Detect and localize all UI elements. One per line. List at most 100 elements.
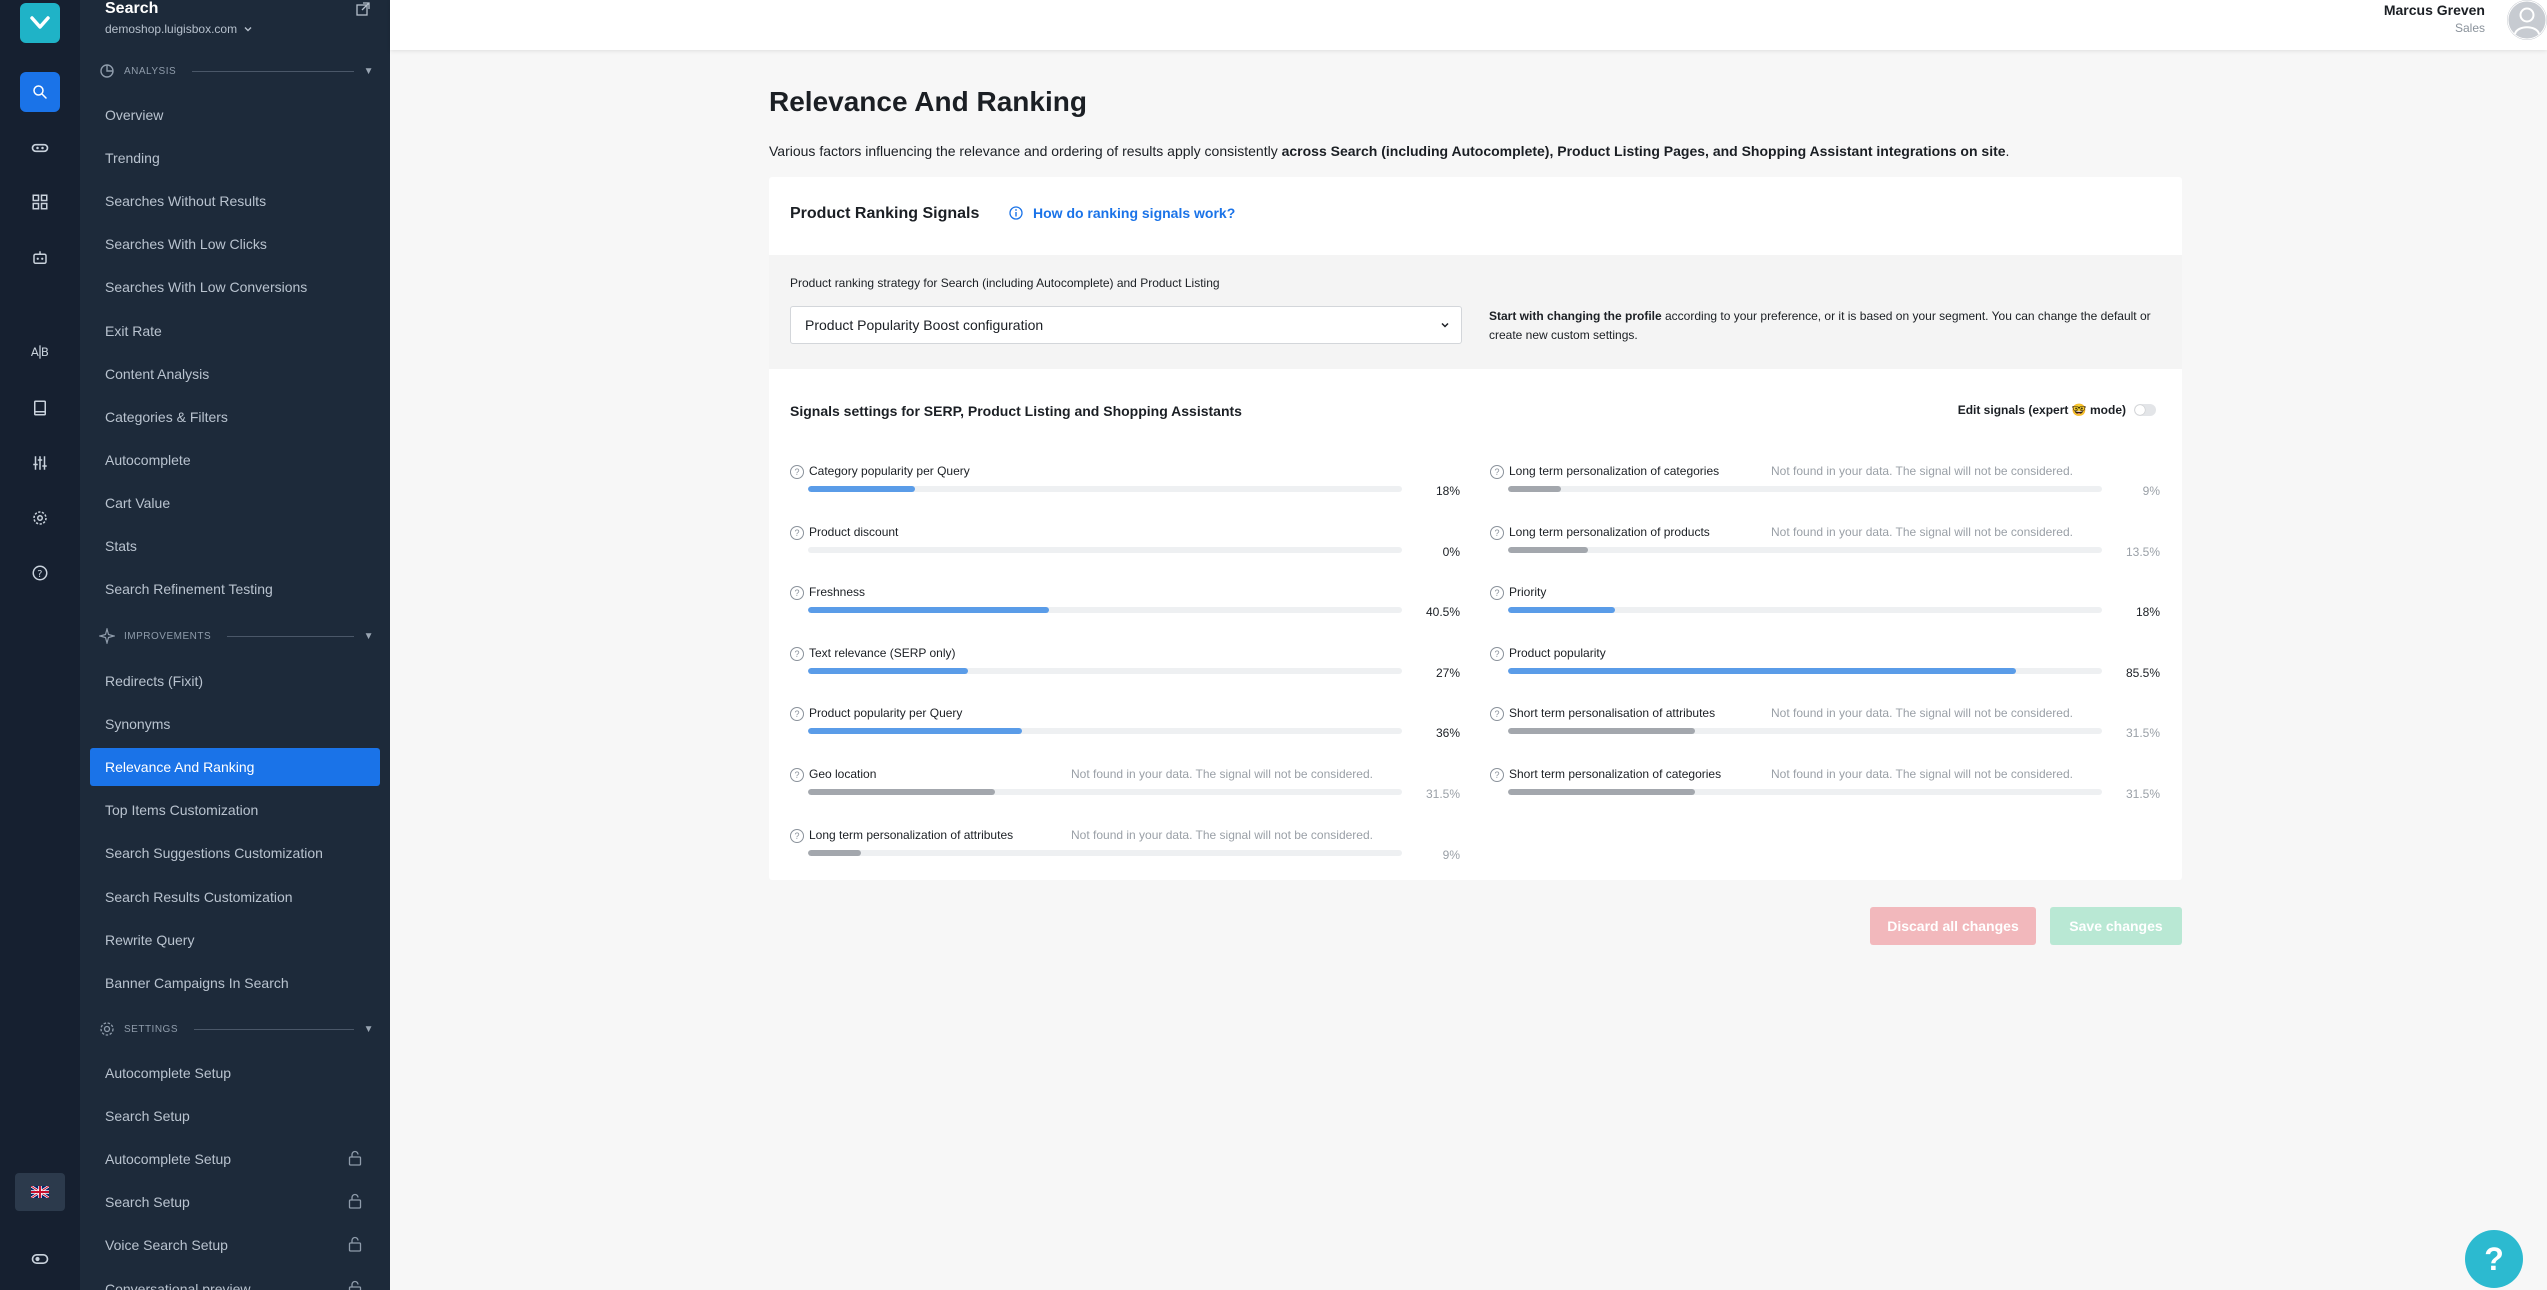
divider bbox=[227, 635, 354, 637]
question-icon[interactable]: ? bbox=[790, 707, 804, 722]
signal-slider[interactable] bbox=[1508, 728, 2102, 735]
luigisbox-logo[interactable] bbox=[20, 3, 60, 43]
sidebar-item-searches-without-results[interactable]: Searches Without Results bbox=[90, 182, 380, 220]
signal-slider[interactable] bbox=[1508, 789, 2102, 795]
signal-slider[interactable] bbox=[808, 546, 1402, 553]
question-icon[interactable]: ? bbox=[1490, 707, 1504, 722]
site-selector[interactable]: demoshop.luigisbox.com bbox=[105, 22, 253, 36]
save-changes-button[interactable]: Save changes bbox=[2050, 907, 2182, 945]
signal-value: 31.5% bbox=[1425, 787, 1460, 801]
question-icon[interactable]: ? bbox=[1490, 465, 1504, 479]
signal-name: Text relevance (SERP only) bbox=[809, 645, 956, 660]
sidebar-item-search-results-customization[interactable]: Search Results Customization bbox=[90, 878, 380, 916]
language-flag-icon[interactable] bbox=[15, 1173, 65, 1211]
question-icon[interactable]: ? bbox=[790, 768, 804, 782]
sidebar-item-exit-rate[interactable]: Exit Rate bbox=[90, 312, 380, 350]
signal-row: ? Product discount 0% bbox=[790, 524, 1460, 570]
sidebar-item-label: Search Refinement Testing bbox=[105, 581, 273, 598]
question-icon[interactable]: ? bbox=[790, 828, 804, 843]
site-name: demoshop.luigisbox.com bbox=[105, 22, 238, 36]
question-icon[interactable]: ? bbox=[790, 465, 804, 479]
sidebar-item-search-setup[interactable]: Search Setup bbox=[90, 1097, 380, 1135]
external-link-icon[interactable] bbox=[356, 2, 370, 21]
user-name[interactable]: Marcus Greven bbox=[2384, 2, 2485, 18]
sidebar-item-banner-campaigns-in-search[interactable]: Banner Campaigns In Search bbox=[90, 964, 380, 1002]
sidebar-item-relevance-and-ranking[interactable]: Relevance And Ranking bbox=[90, 748, 380, 787]
sidebar-item-label: Relevance And Ranking bbox=[105, 759, 255, 776]
question-icon[interactable]: ? bbox=[1490, 768, 1504, 782]
question-icon[interactable]: ? bbox=[1490, 646, 1504, 661]
robot-icon[interactable] bbox=[20, 238, 60, 278]
signal-row: ? Short term personalization of categorie… bbox=[1490, 766, 2160, 812]
user-role: Sales bbox=[2454, 21, 2485, 35]
sidebar-item-searches-with-low-clicks[interactable]: Searches With Low Clicks bbox=[90, 225, 380, 263]
section-improvements[interactable]: IMPROVEMENTS ▼ bbox=[98, 626, 378, 646]
sidebar-item-label: Search Suggestions Customization bbox=[105, 845, 323, 862]
help-chat-button[interactable]: ? bbox=[2465, 1230, 2523, 1288]
sidebar-item-label: Overview bbox=[105, 107, 164, 123]
sidebar-item-trending[interactable]: Trending bbox=[90, 139, 380, 177]
strategy-select[interactable]: Product Popularity Boost configuration bbox=[790, 306, 1462, 344]
sidebar-item-content-analysis[interactable]: Content Analysis bbox=[90, 355, 380, 393]
lock-icon bbox=[348, 1150, 362, 1169]
strategy-label: Product ranking strategy for Search (inc… bbox=[790, 276, 1220, 290]
sidebar-item-overview[interactable]: Overview bbox=[90, 96, 380, 134]
toggle-sidebar-icon[interactable] bbox=[20, 1239, 60, 1279]
section-analysis[interactable]: ANALYSIS ▼ bbox=[98, 61, 378, 81]
product-listing-icon[interactable] bbox=[20, 182, 60, 222]
sidebar-item-conversational-preview[interactable]: Conversational preview bbox=[90, 1270, 380, 1290]
sidebar-item-redirects-fixit[interactable]: Redirects (Fixit) bbox=[90, 662, 380, 700]
section-settings[interactable]: SETTINGS ▼ bbox=[98, 1019, 378, 1039]
question-icon[interactable]: ? bbox=[790, 586, 804, 601]
sidebar-item-top-items-customization[interactable]: Top Items Customization bbox=[90, 791, 380, 829]
sidebar-item-search-suggestions-customization[interactable]: Search Suggestions Customization bbox=[90, 834, 380, 872]
help-circle-icon[interactable]: ? bbox=[20, 553, 60, 593]
signal-slider[interactable] bbox=[808, 789, 1402, 795]
signal-name: Short term personalisation of attributes bbox=[1509, 706, 1716, 721]
discard-changes-button[interactable]: Discard all changes bbox=[1870, 907, 2036, 945]
search-icon[interactable] bbox=[20, 72, 60, 112]
page-description: Various factors influencing the relevanc… bbox=[769, 143, 2009, 159]
sidebar-item-rewrite-query[interactable]: Rewrite Query bbox=[90, 921, 380, 959]
question-icon[interactable]: ? bbox=[1490, 586, 1504, 601]
avatar[interactable] bbox=[2507, 0, 2547, 40]
sidebar-item-autocomplete-setup[interactable]: Autocomplete Setup bbox=[90, 1140, 380, 1178]
sidebar-item-search-setup[interactable]: Search Setup bbox=[90, 1183, 380, 1221]
how-ranking-works-link[interactable]: How do ranking signals work? bbox=[1009, 205, 1235, 221]
signal-slider[interactable] bbox=[808, 486, 1402, 492]
question-icon[interactable]: ? bbox=[1490, 525, 1504, 540]
sidebar-item-autocomplete-setup[interactable]: Autocomplete Setup bbox=[90, 1054, 380, 1092]
question-icon[interactable]: ? bbox=[790, 525, 804, 540]
question-icon[interactable]: ? bbox=[790, 646, 804, 661]
expert-mode-toggle[interactable] bbox=[2134, 404, 2156, 416]
gear-icon[interactable] bbox=[20, 498, 60, 538]
signal-slider[interactable] bbox=[1508, 486, 2102, 492]
signal-not-found-note: Not found in your data. The signal will … bbox=[1071, 827, 1373, 842]
strategy-note-bold: Start with changing the profile bbox=[1489, 309, 1662, 323]
sidebar-item-search-refinement-testing[interactable]: Search Refinement Testing bbox=[90, 570, 380, 608]
svg-text:B: B bbox=[41, 345, 49, 359]
sidebar-item-stats[interactable]: Stats bbox=[90, 527, 380, 565]
sidebar-item-label: Rewrite Query bbox=[105, 931, 195, 948]
sliders-icon[interactable] bbox=[20, 443, 60, 483]
sidebar-item-categories-filters[interactable]: Categories & Filters bbox=[90, 398, 380, 436]
sidebar-item-label: Conversational preview bbox=[105, 1280, 251, 1290]
signal-slider[interactable] bbox=[808, 667, 1402, 674]
ab-testing-icon[interactable]: AB bbox=[20, 332, 60, 372]
sidebar-item-voice-search-setup[interactable]: Voice Search Setup bbox=[90, 1226, 380, 1264]
signal-slider[interactable] bbox=[1508, 667, 2102, 674]
book-icon[interactable] bbox=[20, 388, 60, 428]
signal-slider[interactable] bbox=[808, 607, 1402, 614]
sidebar-item-autocomplete[interactable]: Autocomplete bbox=[90, 441, 380, 479]
sidebar-item-searches-with-low-conversions[interactable]: Searches With Low Conversions bbox=[90, 268, 380, 306]
signal-slider[interactable] bbox=[1508, 607, 2102, 614]
signal-slider[interactable] bbox=[1508, 546, 2102, 553]
desc-text: Various factors influencing the relevanc… bbox=[769, 143, 1282, 159]
signal-slider[interactable] bbox=[808, 849, 1402, 856]
sidebar-item-label: Top Items Customization bbox=[105, 802, 259, 819]
recommendations-icon[interactable] bbox=[20, 128, 60, 168]
sidebar-item-cart-value[interactable]: Cart Value bbox=[90, 484, 380, 522]
sidebar-item-synonyms[interactable]: Synonyms bbox=[90, 705, 380, 743]
signal-slider[interactable] bbox=[808, 728, 1402, 735]
strategy-panel: Product ranking strategy for Search (inc… bbox=[769, 255, 2182, 369]
